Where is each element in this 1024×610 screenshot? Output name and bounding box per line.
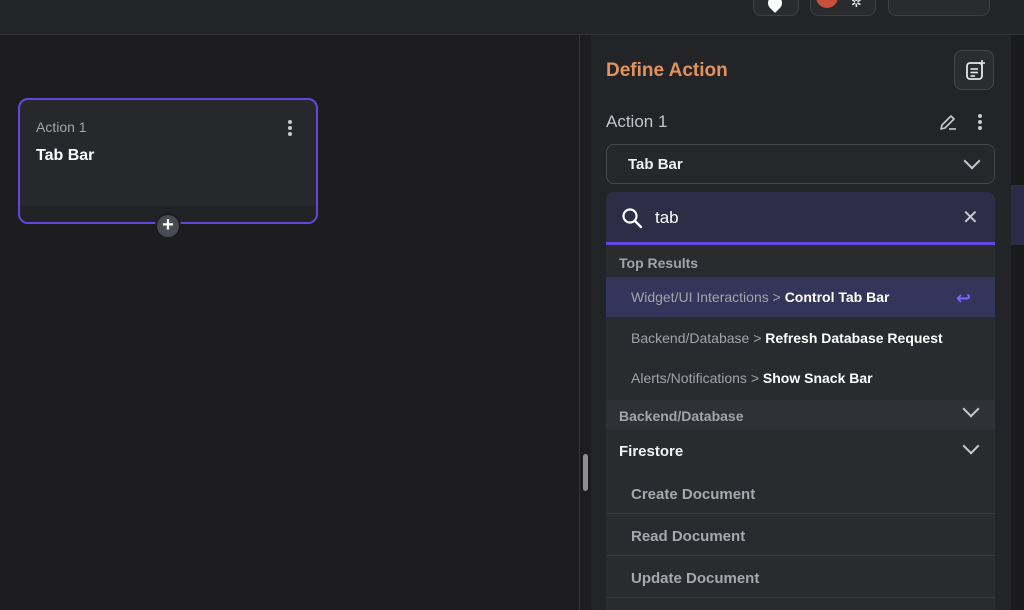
- chevron-down-icon: [962, 437, 980, 455]
- pencil-icon[interactable]: [938, 112, 958, 132]
- list-item-label: Create Document: [631, 486, 756, 503]
- list-item-label: Update Document: [631, 570, 760, 587]
- splitter-handle[interactable]: [583, 454, 588, 491]
- list-item[interactable]: Read Document: [606, 514, 995, 556]
- enter-key-icon: ↩: [956, 288, 972, 308]
- bug-icon: ✲: [851, 0, 862, 10]
- result-text: Alerts/Notifications > Show Snack Bar: [631, 370, 873, 386]
- panel-splitter[interactable]: [579, 35, 591, 610]
- add-note-button[interactable]: [954, 50, 994, 90]
- result-item[interactable]: Widget/UI Interactions > Control Tab Bar…: [606, 277, 995, 317]
- list-item-label: Read Document: [631, 528, 746, 545]
- action-search-dropdown: ✕ Top Results Widget/UI Interactions > C…: [606, 192, 995, 610]
- list-item[interactable]: Create Document: [606, 472, 995, 514]
- list-item[interactable]: Update Document: [606, 556, 995, 598]
- toolbar-action-button[interactable]: [888, 0, 990, 16]
- chevron-down-icon: [963, 152, 981, 170]
- chevron-down-icon: [962, 400, 980, 418]
- action-name: Action 1: [606, 112, 668, 131]
- right-edge-strip: [1011, 35, 1024, 610]
- subgroup-header-firestore[interactable]: Firestore: [606, 430, 995, 472]
- close-icon[interactable]: ✕: [962, 205, 979, 230]
- more-vert-icon[interactable]: [288, 120, 292, 138]
- add-action-button[interactable]: +: [155, 213, 181, 239]
- more-vert-icon[interactable]: [978, 114, 982, 132]
- selected-action-value: Tab Bar: [628, 156, 683, 173]
- subgroup-header-label: Firestore: [619, 443, 684, 460]
- plus-icon: +: [162, 214, 174, 236]
- right-edge-highlight: [1011, 185, 1024, 245]
- notes-add-icon: [966, 60, 985, 80]
- panel-title: Define Action: [606, 60, 728, 81]
- action-flow-canvas[interactable]: Action 1 Tab Bar +: [0, 35, 579, 610]
- group-header-label: Backend/Database: [619, 408, 744, 424]
- result-item[interactable]: Backend/Database > Refresh Database Requ…: [606, 318, 995, 358]
- define-action-panel: Define Action Action 1 Tab Bar ✕ Top Res: [591, 35, 1011, 610]
- result-text: Backend/Database > Refresh Database Requ…: [631, 330, 943, 346]
- action-card-label: Action 1: [36, 119, 87, 135]
- search-icon: [622, 208, 643, 229]
- top-results-label: Top Results: [619, 255, 699, 271]
- result-text: Widget/UI Interactions > Control Tab Bar: [631, 289, 890, 305]
- top-toolbar: ✲: [0, 0, 1024, 35]
- search-row: ✕: [606, 192, 995, 245]
- search-input[interactable]: [655, 205, 945, 231]
- action-card[interactable]: Action 1 Tab Bar: [18, 98, 318, 224]
- action-type-select[interactable]: Tab Bar: [606, 144, 995, 184]
- result-item[interactable]: Alerts/Notifications > Show Snack Bar: [606, 358, 995, 398]
- action-card-title: Tab Bar: [36, 147, 95, 164]
- group-header-backend[interactable]: Backend/Database: [606, 400, 995, 430]
